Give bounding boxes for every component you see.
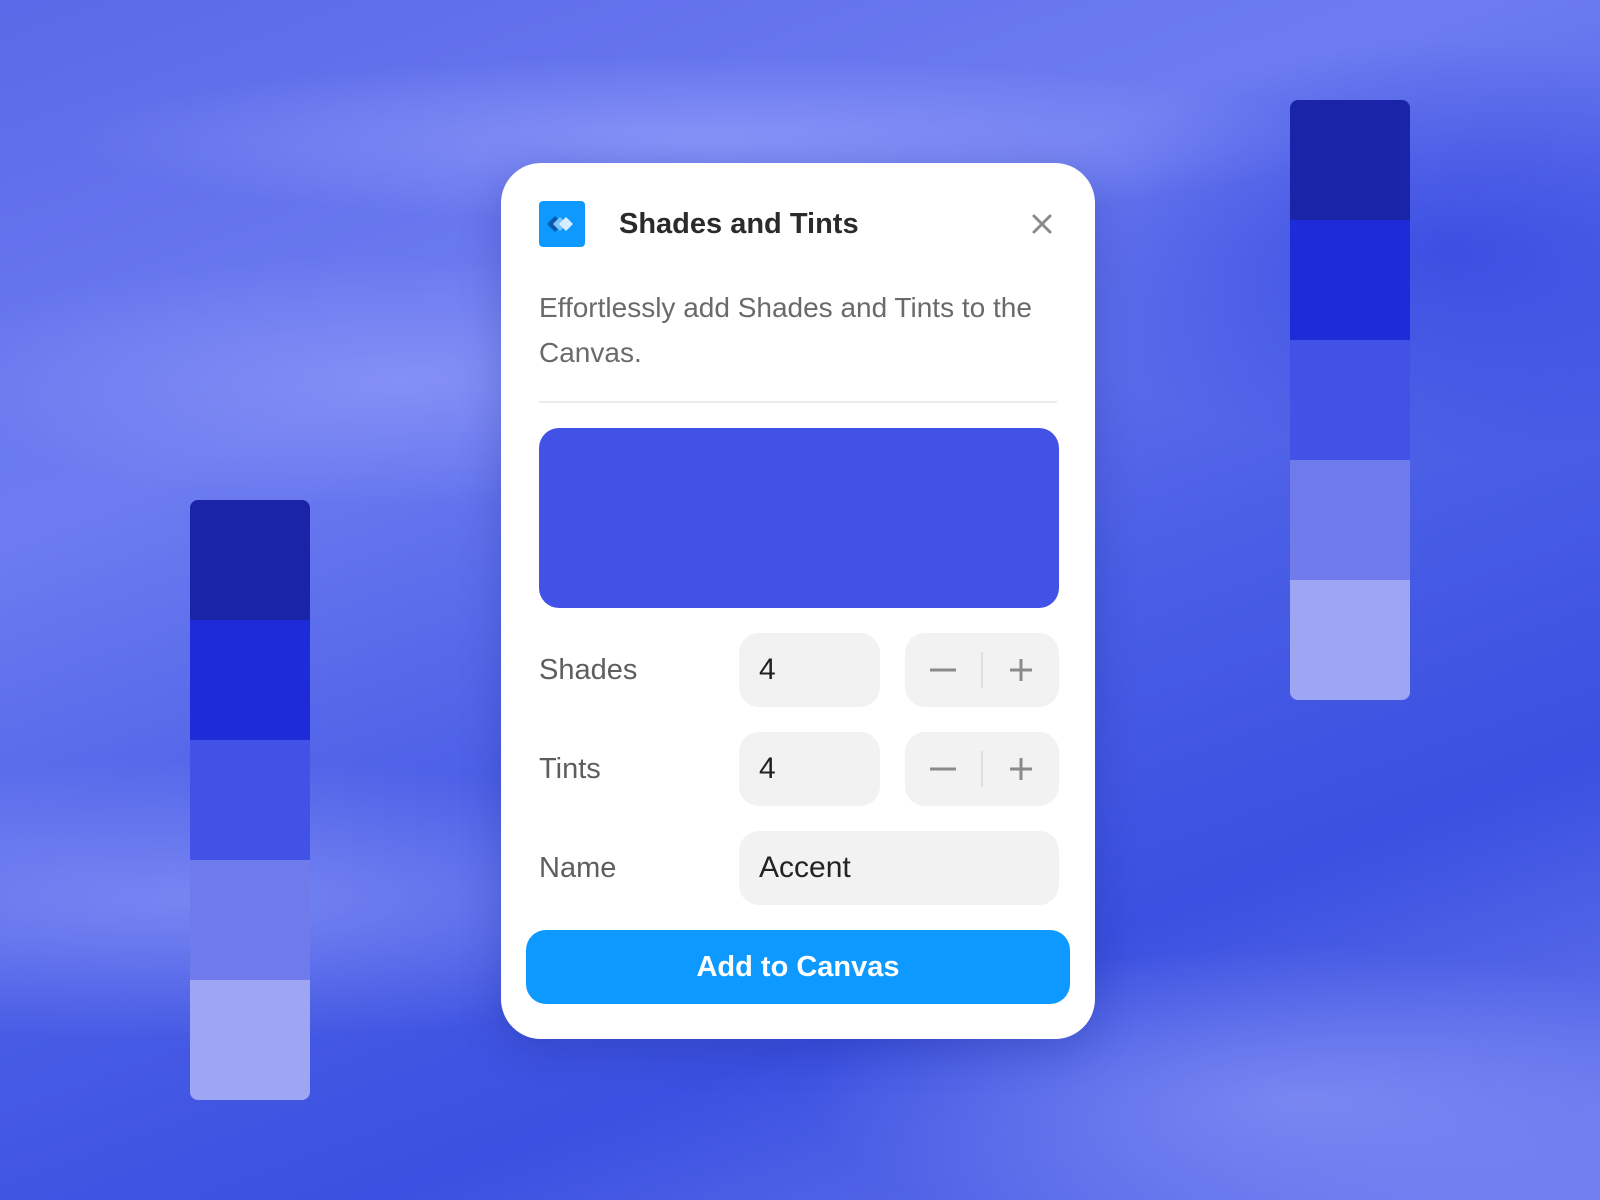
tints-label: Tints xyxy=(539,752,601,785)
color-swatch xyxy=(1290,220,1410,340)
color-swatch xyxy=(190,980,310,1100)
shades-label: Shades xyxy=(539,653,638,686)
shades-decrement-button[interactable] xyxy=(905,633,981,707)
shades-input[interactable] xyxy=(739,633,880,707)
color-swatch xyxy=(190,500,310,620)
minus-icon xyxy=(930,767,956,771)
dialog-title: Shades and Tints xyxy=(619,207,859,240)
add-to-canvas-button[interactable]: Add to Canvas xyxy=(526,930,1070,1004)
shades-stepper xyxy=(905,633,1059,707)
close-icon[interactable] xyxy=(1027,209,1057,239)
palette-left xyxy=(190,500,310,1100)
palette-right xyxy=(1290,100,1410,700)
name-label: Name xyxy=(539,851,617,884)
tints-decrement-button[interactable] xyxy=(905,732,981,806)
shades-tints-dialog: Shades and Tints Effortlessly add Shades… xyxy=(501,163,1095,1039)
color-swatch xyxy=(190,620,310,740)
color-swatch xyxy=(1290,100,1410,220)
tints-input[interactable] xyxy=(739,732,880,806)
app-logo-icon xyxy=(539,201,585,247)
color-swatch xyxy=(1290,460,1410,580)
divider xyxy=(539,401,1057,403)
color-swatch xyxy=(190,740,310,860)
color-swatch xyxy=(190,860,310,980)
tints-increment-button[interactable] xyxy=(983,732,1059,806)
name-row: Name xyxy=(539,831,1059,905)
shades-row: Shades xyxy=(539,633,1059,707)
tints-stepper xyxy=(905,732,1059,806)
dialog-header: Shades and Tints xyxy=(539,201,1057,247)
color-preview[interactable] xyxy=(539,428,1059,608)
plus-icon xyxy=(1010,758,1032,780)
tints-row: Tints xyxy=(539,732,1059,806)
color-swatch xyxy=(1290,340,1410,460)
plus-icon xyxy=(1010,659,1032,681)
dialog-description: Effortlessly add Shades and Tints to the… xyxy=(539,292,1032,368)
minus-icon xyxy=(930,668,956,672)
name-input[interactable] xyxy=(739,831,1059,905)
color-swatch xyxy=(1290,580,1410,700)
shades-increment-button[interactable] xyxy=(983,633,1059,707)
